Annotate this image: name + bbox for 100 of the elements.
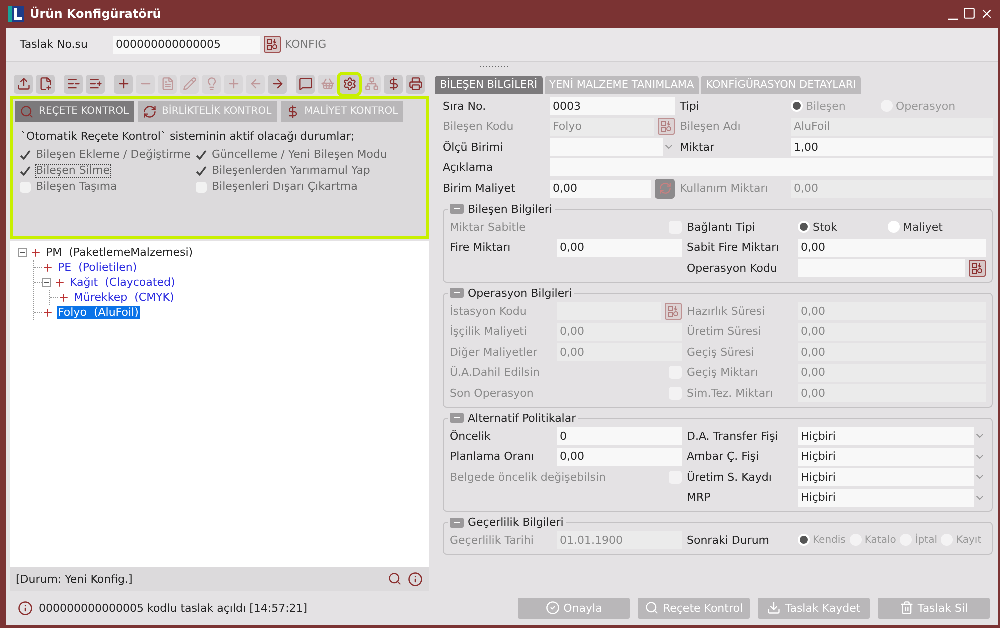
collapse-toggle[interactable]: [450, 204, 464, 214]
checkbox-label[interactable]: Bileşen Ekleme / Değiştirme: [35, 148, 192, 162]
field-label: Bileşen Adı: [680, 120, 742, 134]
speech-bubble-button[interactable]: [296, 74, 315, 94]
collapse-toggle[interactable]: [450, 518, 464, 528]
maximize-icon[interactable]: [963, 7, 976, 20]
field-label: Son Operasyon: [450, 386, 534, 400]
arrow-right-button[interactable]: [268, 74, 287, 94]
field-label: Sim.Tez. Miktarı: [687, 386, 774, 400]
minus-icon: [43, 279, 50, 286]
input-field[interactable]: 0,00: [557, 238, 682, 257]
document-icon: [160, 77, 174, 91]
field-label: Geçiş Miktarı: [687, 366, 760, 380]
field-label: Diğer Maliyetler: [450, 346, 539, 359]
checkbox-label[interactable]: Bileşenleri Dışarı Çıkartma: [211, 180, 359, 194]
upload-button[interactable]: [14, 74, 33, 94]
field-label: D.A. Transfer Fişi: [687, 430, 780, 443]
minus-icon: [454, 206, 460, 212]
radio-label: Operasyon: [896, 100, 956, 113]
trash-icon: [900, 601, 914, 615]
field-label: Taslak No.su: [20, 38, 89, 51]
refresh-button[interactable]: [655, 178, 675, 199]
radio-button[interactable]: [798, 221, 810, 234]
collapse-toggle[interactable]: [450, 413, 464, 424]
field-label: Fire Miktarı: [450, 241, 512, 254]
search-icon[interactable]: [388, 572, 402, 586]
field-label: Kullanım Miktarı: [680, 182, 770, 196]
tab[interactable]: REÇETE KONTROL: [15, 101, 134, 122]
dropdown-field[interactable]: Hiçbiri: [798, 488, 974, 507]
input-field[interactable]: 0: [557, 427, 682, 446]
collapse-toggle[interactable]: [450, 288, 464, 298]
tab[interactable]: BİLEŞEN BİLGİLERİ: [435, 76, 543, 94]
checkbox[interactable]: [196, 182, 207, 192]
close-icon[interactable]: [980, 7, 994, 21]
lookup-button[interactable]: [968, 260, 986, 277]
field-label: Sabit Fire Miktarı: [687, 241, 780, 254]
checkbox[interactable]: [20, 182, 31, 192]
field-label: Açıklama: [443, 160, 494, 174]
field-label: Tipi: [680, 100, 700, 113]
checkbox[interactable]: [20, 150, 31, 160]
field-label: Sonraki Durum: [687, 534, 771, 547]
input-field[interactable]: 000000000000005: [113, 36, 260, 54]
collapse-toggle[interactable]: [42, 278, 51, 287]
checkbox[interactable]: [20, 166, 31, 176]
checkbox-label[interactable]: Bileşen Taşıma: [35, 180, 118, 194]
list-plus-button[interactable]: [86, 74, 105, 94]
checkbox-label[interactable]: Bileşen Silme: [35, 164, 111, 178]
list-plus-icon: [88, 77, 102, 91]
list-minus-button[interactable]: [64, 74, 83, 94]
section-title: Geçerlilik Bilgileri: [468, 516, 564, 530]
checkbox[interactable]: [196, 150, 207, 160]
refresh-icon: [143, 104, 158, 118]
checkbox-label[interactable]: Bileşenlerden Yarımamul Yap: [211, 164, 372, 178]
input-field[interactable]: 1,00: [791, 138, 993, 156]
file-plus-button[interactable]: [36, 74, 55, 94]
dropdown-field[interactable]: Hiçbiri: [798, 448, 974, 466]
field-label: Miktar Sabitle: [450, 220, 526, 234]
input-field[interactable]: 0,00: [798, 238, 986, 257]
field-label: İşçilik Maliyeti: [450, 325, 528, 338]
minus-icon: [454, 290, 460, 296]
tree-item[interactable]: Folyo (AluFoil): [57, 306, 140, 319]
plus-icon: [42, 306, 54, 318]
printer-button[interactable]: [406, 74, 425, 94]
pencil-icon: [182, 77, 196, 91]
radio-label: Kendis: [813, 534, 846, 546]
radio-label: Bileşen: [806, 100, 846, 113]
input-field[interactable]: 0003: [550, 97, 675, 116]
field-label: Miktar: [680, 140, 716, 154]
radio-label: İptal: [915, 534, 938, 546]
plus-icon: [30, 246, 42, 258]
dropdown-field[interactable]: Hiçbiri: [798, 468, 974, 486]
dollar-button[interactable]: [384, 74, 403, 94]
plus-icon: [226, 77, 240, 91]
plus-button[interactable]: [114, 74, 133, 94]
radio-button[interactable]: [888, 221, 900, 234]
settings-button[interactable]: [340, 74, 359, 94]
input-field[interactable]: 0,00: [550, 180, 651, 198]
info-icon[interactable]: [408, 572, 423, 586]
dropdown-field[interactable]: Hiçbiri: [798, 427, 974, 446]
minus-icon: [454, 415, 460, 422]
input-field[interactable]: 0,00: [557, 448, 682, 466]
app-logo: [8, 6, 24, 22]
file-plus-icon: [38, 77, 52, 91]
lookup-button[interactable]: [264, 36, 281, 53]
field-label: Ü.A.Dahil Edilsin: [450, 366, 540, 380]
tree-item[interactable]: PE (Polietilen): [57, 261, 138, 274]
checkbox-label[interactable]: Güncelleme / Yeni Bileşen Modu: [211, 148, 388, 162]
tree-item[interactable]: PM (PaketlemeMalzemesi): [45, 246, 194, 259]
checkbox[interactable]: [196, 166, 207, 176]
field-label: Operasyon Kodu: [687, 262, 778, 275]
collapse-toggle[interactable]: [18, 248, 27, 257]
section-title: Operasyon Bilgileri: [468, 286, 572, 300]
tree-item[interactable]: Mürekkep (CMYK): [73, 291, 176, 304]
field-label: Üretim Süresi: [687, 325, 762, 338]
radio-label: Kayıt: [956, 534, 982, 546]
basket-icon: [320, 77, 334, 91]
search-icon: [644, 601, 659, 615]
field-label: Üretim S. Kaydı: [687, 470, 773, 484]
radio-label: Katalo: [864, 534, 896, 546]
tree-item[interactable]: Kağıt (Claycoated): [69, 276, 176, 289]
